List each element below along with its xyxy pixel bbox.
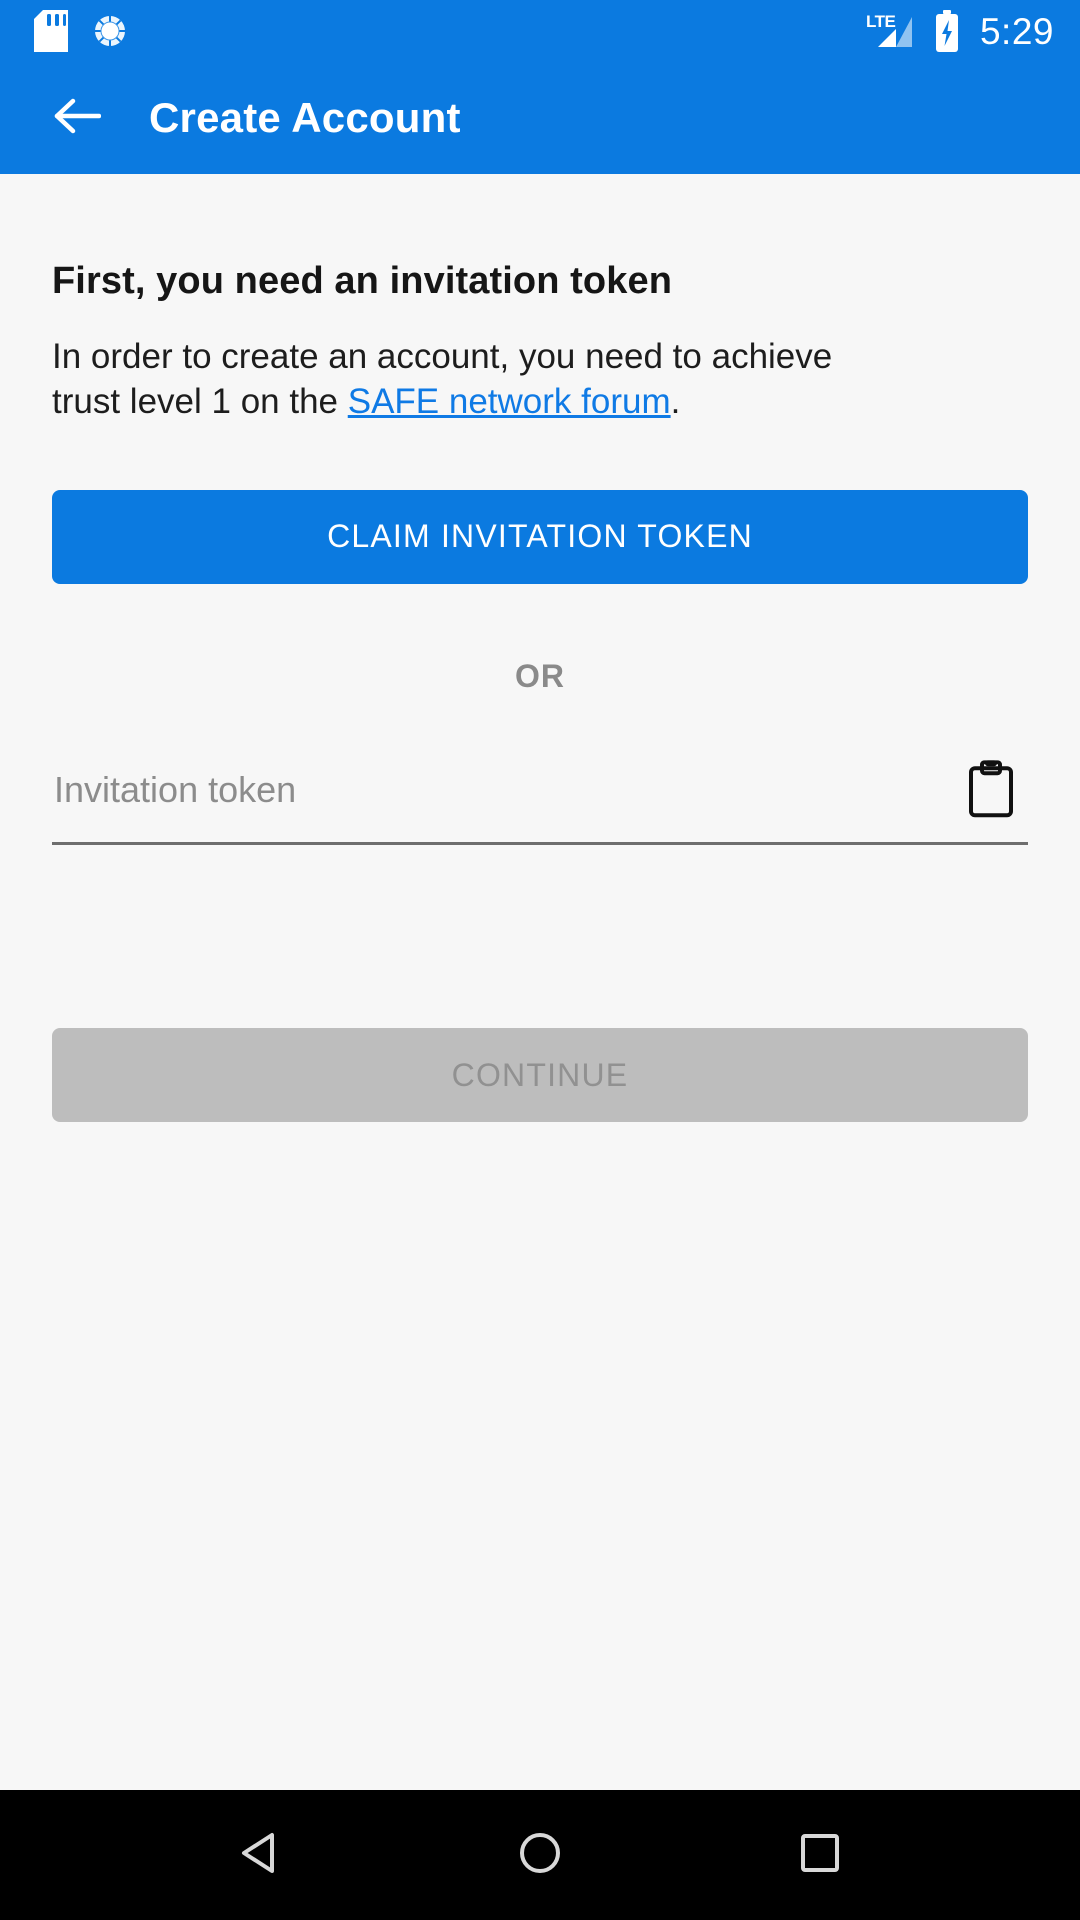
claim-invitation-token-button[interactable]: CLAIM INVITATION TOKEN <box>52 489 1028 584</box>
sync-circle-icon <box>90 11 130 51</box>
safe-network-forum-link[interactable]: SAFE network forum <box>348 382 671 421</box>
circle-home-icon <box>518 1831 562 1880</box>
triangle-back-icon <box>240 1831 280 1880</box>
sd-card-icon <box>34 10 68 52</box>
paste-from-clipboard-button[interactable] <box>960 756 1022 824</box>
screen: LTE 5:29 Create Account First, you need … <box>0 0 1080 1920</box>
back-button[interactable] <box>40 81 114 155</box>
status-bar-left-icons <box>34 10 130 52</box>
status-bar: LTE 5:29 <box>0 0 1080 62</box>
continue-button[interactable]: CONTINUE <box>52 1028 1028 1122</box>
system-nav-bar <box>0 1790 1080 1920</box>
nav-home-button[interactable] <box>490 1805 590 1905</box>
section-heading: First, you need an invitation token <box>52 260 673 302</box>
square-recents-icon <box>799 1832 841 1879</box>
clipboard-paste-icon <box>966 759 1016 821</box>
app-bar: Create Account <box>0 62 1080 174</box>
battery-charging-icon <box>934 10 960 52</box>
page-title: Create Account <box>149 94 461 141</box>
lte-signal-icon: LTE <box>866 11 918 51</box>
arrow-back-icon <box>53 94 102 143</box>
nav-back-button[interactable] <box>210 1805 310 1905</box>
status-bar-clock: 5:29 <box>979 10 1054 52</box>
status-bar-right-icons: LTE 5:29 <box>866 10 1054 52</box>
description-text-after-link: . <box>670 381 681 421</box>
description-paragraph: In order to create an account, you need … <box>52 335 842 425</box>
invitation-token-field-wrapper <box>52 753 1028 845</box>
or-divider-label: OR <box>515 657 565 694</box>
invitation-token-input[interactable] <box>52 769 1028 826</box>
main-content: First, you need an invitation token In o… <box>0 174 1080 1790</box>
nav-recents-button[interactable] <box>770 1805 870 1905</box>
